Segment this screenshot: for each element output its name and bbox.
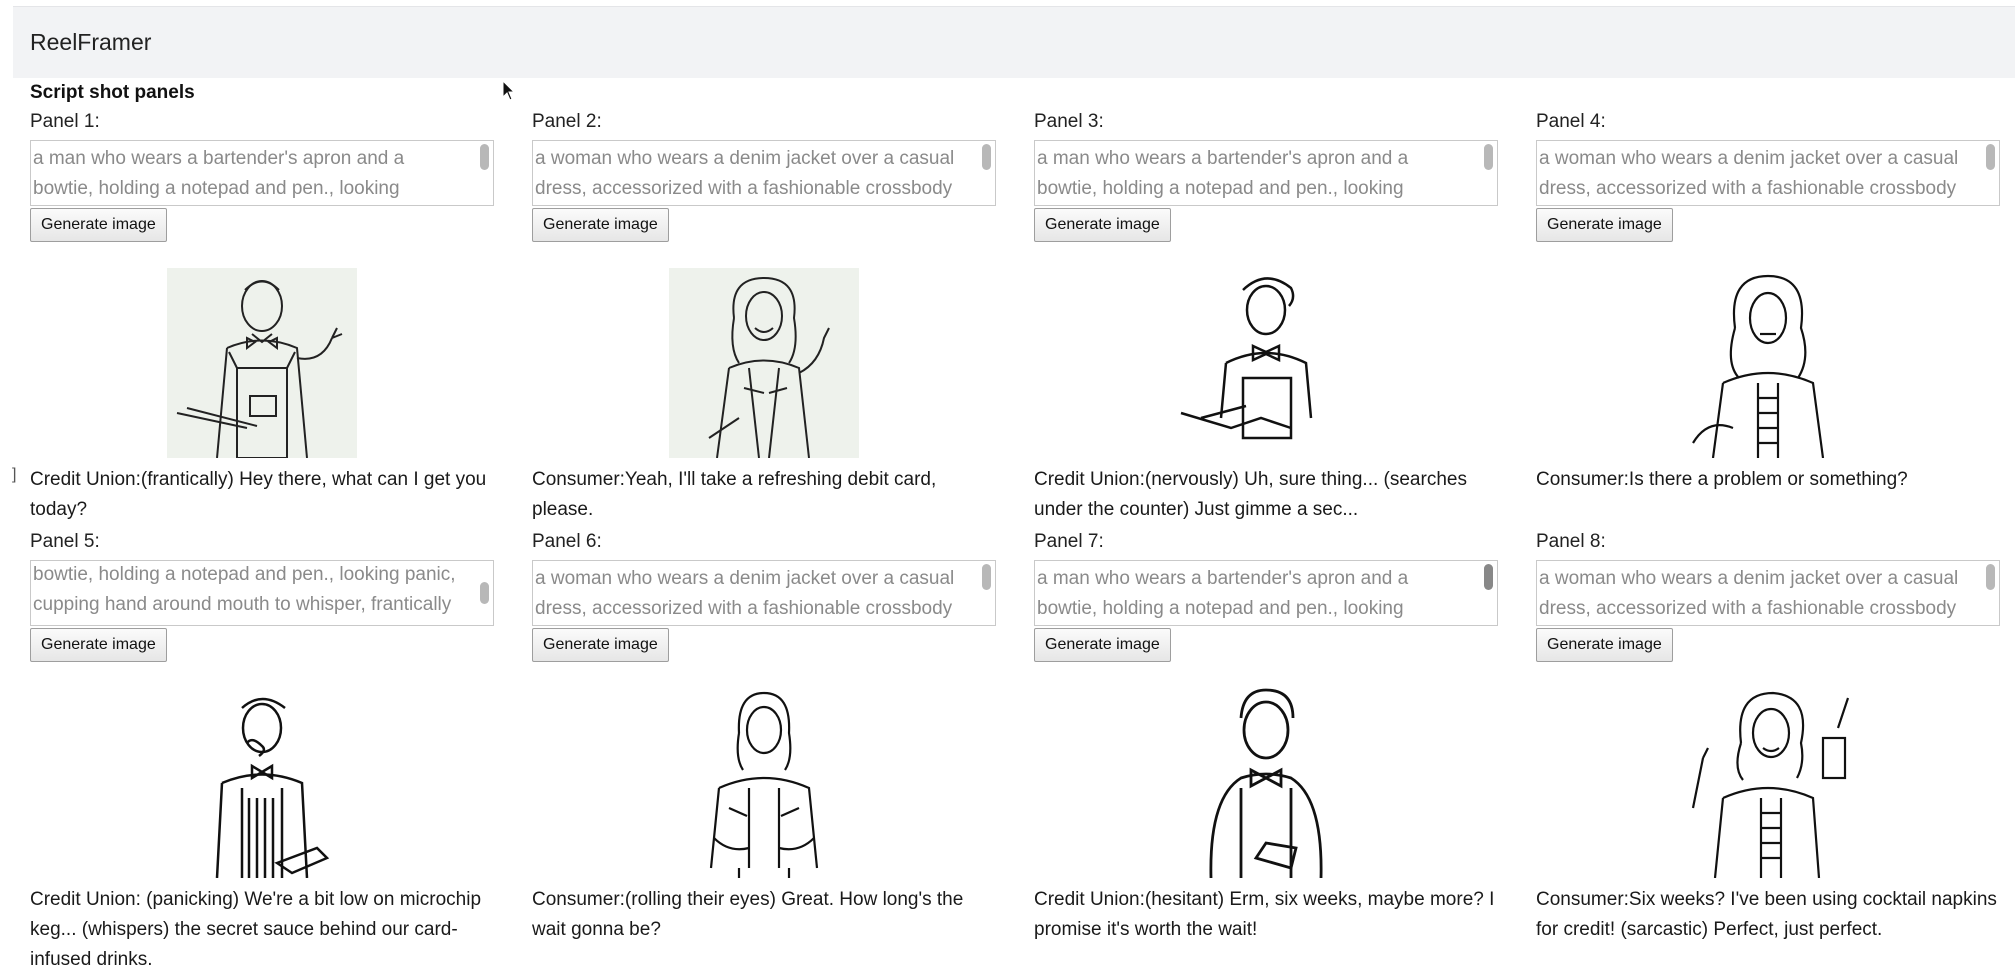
prompt-textarea[interactable]: a woman who wears a denim jacket over a … — [532, 140, 996, 206]
scrollbar-thumb[interactable] — [1986, 144, 1995, 170]
prompt-textarea[interactable]: a woman who wears a denim jacket over a … — [1536, 560, 2000, 626]
prompt-text[interactable]: a woman who wears a denim jacket over a … — [533, 561, 995, 624]
panel-image — [167, 268, 357, 458]
scrollbar-thumb[interactable] — [982, 564, 991, 590]
prompt-textarea[interactable]: a man who wears a bartender's apron and … — [30, 140, 494, 206]
generate-image-button[interactable]: Generate image — [30, 208, 167, 242]
prompt-text[interactable]: a man who wears a bartender's apron and … — [31, 141, 493, 204]
generate-image-button[interactable]: Generate image — [532, 208, 669, 242]
prompt-text[interactable]: a man who wears a bartender's apron and … — [1035, 561, 1497, 624]
panel-caption: Credit Union:(hesitant) Erm, six weeks, … — [1034, 889, 1495, 940]
prompt-textarea[interactable]: a woman who wears a denim jacket over a … — [1536, 140, 2000, 206]
panel-label: Panel 8: — [1536, 531, 1606, 552]
prompt-scrollbar[interactable] — [1483, 144, 1494, 202]
prompt-scrollbar[interactable] — [981, 564, 992, 622]
panel-caption: Consumer:Yeah, I'll take a refreshing de… — [532, 469, 937, 520]
edge-bracket-mark: ] — [12, 466, 17, 483]
panel-caption: Credit Union:(nervously) Uh, sure thing.… — [1034, 469, 1467, 520]
panel-label: Panel 5: — [30, 531, 100, 552]
prompt-text[interactable]: bowtie, holding a notepad and pen., look… — [31, 561, 493, 625]
panel-7: Panel 7: a man who wears a bartender's a… — [1034, 530, 1499, 940]
panel-5: Panel 5: bowtie, holding a notepad and p… — [30, 530, 495, 970]
scrollbar-thumb[interactable] — [1986, 564, 1995, 590]
panel-image — [669, 688, 859, 878]
generate-image-button[interactable]: Generate image — [532, 628, 669, 662]
prompt-scrollbar[interactable] — [479, 144, 490, 202]
generate-image-button[interactable]: Generate image — [1536, 208, 1673, 242]
scrollbar-thumb[interactable] — [1484, 144, 1493, 170]
prompt-textarea[interactable]: bowtie, holding a notepad and pen., look… — [30, 560, 494, 626]
scrollbar-thumb[interactable] — [982, 144, 991, 170]
scrollbar-thumb[interactable] — [480, 144, 489, 170]
panel-2: Panel 2: a woman who wears a denim jacke… — [532, 110, 997, 520]
generate-image-button[interactable]: Generate image — [1034, 208, 1171, 242]
panel-label: Panel 6: — [532, 531, 602, 552]
panel-caption: Credit Union: (panicking) We're a bit lo… — [30, 889, 482, 970]
panel-3: Panel 3: a man who wears a bartender's a… — [1034, 110, 1499, 520]
prompt-text[interactable]: a man who wears a bartender's apron and … — [1035, 141, 1497, 204]
section-title: Script shot panels — [30, 82, 195, 103]
generate-image-button[interactable]: Generate image — [30, 628, 167, 662]
generate-image-button[interactable]: Generate image — [1034, 628, 1171, 662]
app-title: ReelFramer — [30, 29, 152, 55]
prompt-textarea[interactable]: a woman who wears a denim jacket over a … — [532, 560, 996, 626]
panel-4: Panel 4: a woman who wears a denim jacke… — [1536, 110, 2001, 490]
prompt-textarea[interactable]: a man who wears a bartender's apron and … — [1034, 140, 1498, 206]
panel-caption: Consumer:(rolling their eyes) Great. How… — [532, 889, 964, 940]
prompt-scrollbar[interactable] — [1483, 564, 1494, 622]
prompt-textarea[interactable]: a man who wears a bartender's apron and … — [1034, 560, 1498, 626]
prompt-scrollbar[interactable] — [1985, 564, 1996, 622]
panel-image — [669, 268, 859, 458]
panel-caption: Credit Union:(frantically) Hey there, wh… — [30, 469, 487, 520]
prompt-text[interactable]: a woman who wears a denim jacket over a … — [1537, 141, 1999, 204]
panel-label: Panel 1: — [30, 111, 100, 132]
panel-label: Panel 4: — [1536, 111, 1606, 132]
mouse-cursor-icon — [502, 80, 516, 101]
app-header: ReelFramer — [13, 6, 2015, 78]
panel-1: Panel 1: a man who wears a bartender's a… — [30, 110, 495, 520]
panel-image — [1171, 268, 1361, 458]
scrollbar-thumb[interactable] — [1484, 564, 1493, 590]
generate-image-button[interactable]: Generate image — [1536, 628, 1673, 662]
panel-6: Panel 6: a woman who wears a denim jacke… — [532, 530, 997, 940]
panel-caption: Consumer:Six weeks? I've been using cock… — [1536, 889, 1997, 940]
panel-image — [1171, 688, 1361, 878]
panel-image — [1673, 688, 1863, 878]
panel-label: Panel 7: — [1034, 531, 1104, 552]
panel-label: Panel 2: — [532, 111, 602, 132]
prompt-scrollbar[interactable] — [479, 564, 490, 622]
panel-caption: Consumer:Is there a problem or something… — [1536, 469, 1908, 490]
prompt-scrollbar[interactable] — [981, 144, 992, 202]
panel-image — [167, 688, 357, 878]
panel-image — [1673, 268, 1863, 458]
prompt-text[interactable]: a woman who wears a denim jacket over a … — [1537, 561, 1999, 624]
prompt-text[interactable]: a woman who wears a denim jacket over a … — [533, 141, 995, 204]
panel-label: Panel 3: — [1034, 111, 1104, 132]
scrollbar-thumb[interactable] — [480, 582, 489, 604]
prompt-scrollbar[interactable] — [1985, 144, 1996, 202]
panel-8: Panel 8: a woman who wears a denim jacke… — [1536, 530, 2001, 940]
